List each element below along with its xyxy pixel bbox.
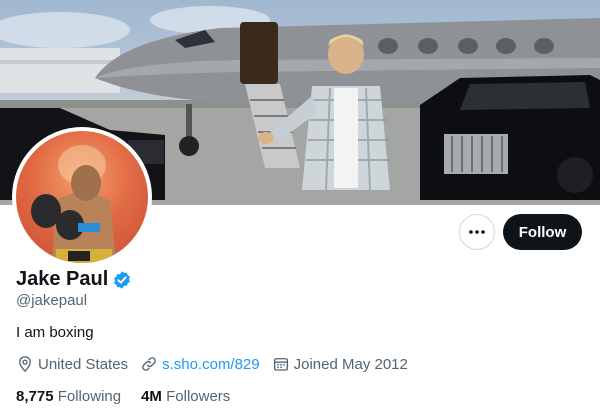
profile-stats: 8,775 Following 4M Followers xyxy=(16,388,250,405)
joined-item: Joined May 2012 xyxy=(272,355,408,373)
link-icon xyxy=(142,357,156,371)
profile-bio: I am boxing xyxy=(16,324,94,341)
followers-count: 4M xyxy=(141,388,162,405)
location-pin-icon xyxy=(19,356,31,373)
following-count: 8,775 xyxy=(16,388,54,405)
location-text: United States xyxy=(38,355,129,373)
profile-avatar[interactable] xyxy=(12,127,152,267)
link-item: s.sho.com/829 xyxy=(140,355,260,373)
more-options-button[interactable] xyxy=(459,214,495,250)
profile-link[interactable]: s.sho.com/829 xyxy=(162,356,260,373)
follow-button[interactable]: Follow xyxy=(503,214,582,250)
followers-link[interactable]: 4M Followers xyxy=(141,388,230,405)
avatar-image xyxy=(16,131,148,263)
profile-meta: United States s.sho.com/829 Joined May 2… xyxy=(16,355,420,373)
profile-name-row: Jake Paul xyxy=(16,268,132,291)
joined-text: Joined May 2012 xyxy=(293,355,408,373)
display-name: Jake Paul xyxy=(16,268,109,290)
following-link[interactable]: 8,775 Following xyxy=(16,388,121,405)
profile-handle: @jakepaul xyxy=(16,292,88,309)
calendar-icon xyxy=(273,358,288,371)
more-dots-icon xyxy=(469,230,485,234)
followers-label: Followers xyxy=(166,388,231,405)
verified-badge-icon[interactable] xyxy=(112,270,132,290)
location-item: United States xyxy=(16,355,128,373)
following-label: Following xyxy=(57,388,122,405)
